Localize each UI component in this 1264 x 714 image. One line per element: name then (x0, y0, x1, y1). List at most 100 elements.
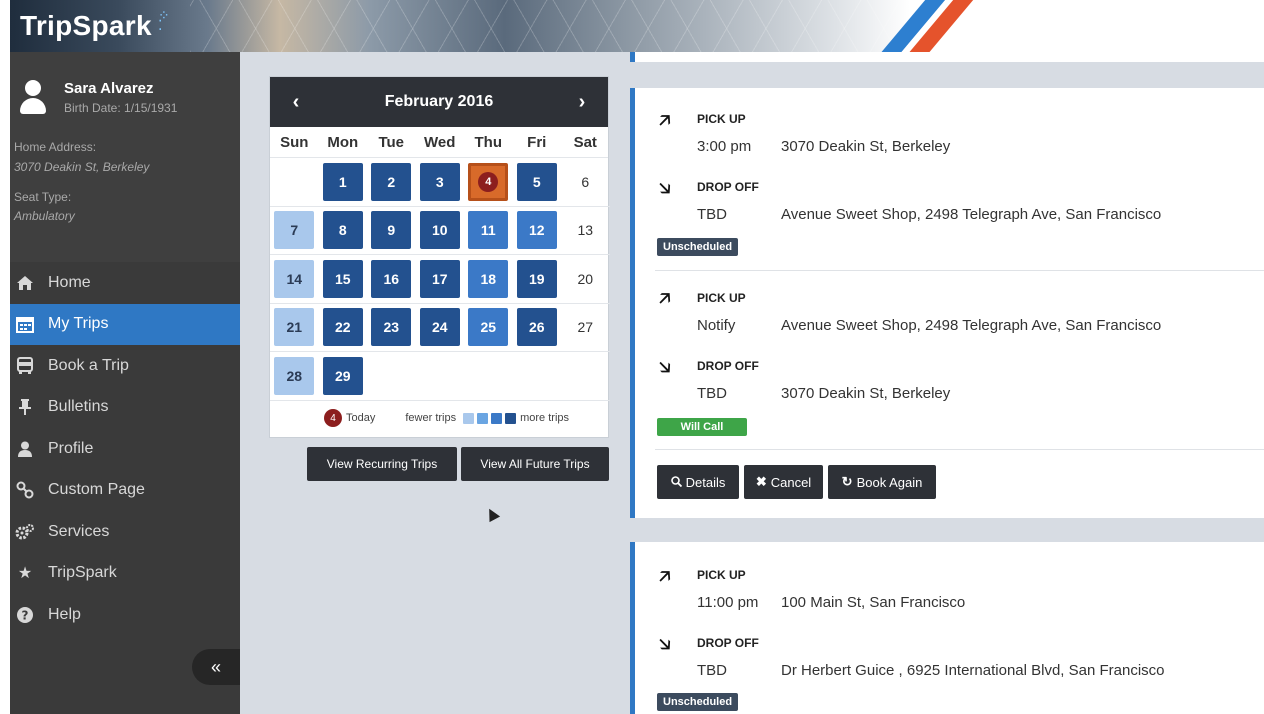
book-again-button[interactable]: ↻ Book Again (828, 465, 936, 499)
nav-item-services[interactable]: Services (10, 511, 240, 553)
calendar-day[interactable]: 25 (464, 304, 513, 352)
calendar-day[interactable]: 1 (318, 158, 367, 207)
calendar-day-number[interactable]: 5 (516, 162, 557, 201)
view-recurring-trips-button[interactable]: View Recurring Trips (307, 447, 457, 481)
pickup-label: PICK UP (697, 568, 746, 582)
calendar-day-number[interactable]: 14 (274, 259, 315, 298)
calendar-day[interactable]: 12 (512, 207, 561, 255)
calendar-grid: 1 2 3 4 5 6 7 8 9 10 11 12 13 14 15 16 17 18 19 20 21 22 23 24 2… (270, 157, 610, 401)
nav-item-book-a-trip[interactable]: Book a Trip (10, 345, 240, 387)
calendar-day-number: 13 (577, 222, 594, 239)
calendar-day-number[interactable]: 22 (322, 308, 363, 347)
dropoff-address: 3070 Deakin St, Berkeley (781, 385, 951, 402)
calendar-day-number[interactable]: 19 (516, 259, 557, 298)
sidebar-collapse-button[interactable]: « (192, 649, 240, 685)
pickup-label: PICK UP (697, 112, 746, 126)
calendar-day-number[interactable]: 25 (468, 308, 509, 347)
user-icon (14, 440, 36, 458)
legend-swatch (505, 412, 517, 424)
calendar-day-number[interactable]: 23 (371, 308, 412, 347)
calendar-day-number[interactable]: 29 (322, 356, 363, 395)
nav-item-help[interactable]: ? Help (10, 594, 240, 636)
calendar-day-today[interactable]: 4 (468, 162, 509, 201)
calendar-day-number[interactable]: 15 (322, 259, 363, 298)
calendar-day[interactable]: 5 (512, 158, 561, 207)
details-button[interactable]: Details (657, 465, 739, 499)
home-address-label: Home Address: (14, 140, 97, 154)
nav-item-home[interactable]: Home (10, 262, 240, 304)
nav-item-tripspark[interactable]: ★ TripSpark (10, 553, 240, 595)
calendar-day[interactable]: 16 (367, 255, 416, 304)
calendar-header: ‹ February 2016 › (270, 77, 608, 127)
nav-label-bulletins: Bulletins (48, 398, 109, 416)
calendar-day[interactable]: 9 (367, 207, 416, 255)
calendar-day[interactable]: 4 (464, 158, 513, 207)
calendar-day[interactable]: 23 (367, 304, 416, 352)
trips-calendar: ‹ February 2016 › Sun Mon Tue Wed Thu Fr… (269, 76, 610, 438)
calendar-day[interactable]: 6 (561, 158, 610, 207)
calendar-icon (14, 315, 36, 334)
calendar-day[interactable]: 29 (318, 352, 367, 401)
dropoff-arrow-icon: 🡦 (659, 178, 671, 198)
calendar-empty-cell (464, 352, 513, 401)
pickup-arrow-icon: 🡥 (659, 110, 671, 130)
today-marker-icon: 4 (478, 171, 499, 192)
cancel-button[interactable]: ✖ Cancel (744, 465, 823, 499)
header-banner: TripSpark ⁘ ⁚ (10, 0, 1264, 52)
calendar-day[interactable]: 10 (415, 207, 464, 255)
calendar-day-number: 6 (581, 173, 590, 190)
weekday-label: Tue (378, 133, 405, 151)
calendar-day[interactable]: 20 (561, 255, 610, 304)
calendar-day[interactable]: 8 (318, 207, 367, 255)
calendar-day[interactable]: 24 (415, 304, 464, 352)
calendar-day[interactable]: 3 (415, 158, 464, 207)
view-all-future-trips-button[interactable]: View All Future Trips (461, 447, 609, 481)
calendar-day[interactable]: 2 (367, 158, 416, 207)
app-logo[interactable]: TripSpark (20, 10, 152, 42)
calendar-day-number[interactable]: 7 (274, 211, 315, 250)
calendar-day-number[interactable]: 24 (419, 308, 460, 347)
nav-item-my-trips[interactable]: My Trips (10, 303, 240, 345)
calendar-day-number[interactable]: 12 (516, 211, 557, 250)
calendar-day[interactable]: 26 (512, 304, 561, 352)
calendar-day-number[interactable]: 16 (371, 259, 412, 298)
calendar-day-number[interactable]: 18 (468, 259, 509, 298)
calendar-month-title: February 2016 (384, 93, 494, 110)
calendar-day[interactable]: 19 (512, 255, 561, 304)
calendar-day[interactable]: 18 (464, 255, 513, 304)
calendar-day-number[interactable]: 11 (468, 211, 509, 250)
calendar-day-number[interactable]: 9 (371, 211, 412, 250)
profile-panel: Sara Alvarez Birth Date: 1/15/1931 Home … (10, 52, 240, 262)
calendar-day-number[interactable]: 21 (274, 308, 315, 347)
calendar-next-month-button[interactable]: › (572, 91, 592, 114)
calendar-day-number[interactable]: 1 (322, 162, 363, 201)
details-button-label: Details (685, 474, 726, 490)
calendar-prev-month-button[interactable]: ‹ (286, 91, 306, 114)
calendar-day[interactable]: 13 (561, 207, 610, 255)
calendar-day[interactable]: 11 (464, 207, 513, 255)
calendar-day[interactable]: 27 (561, 304, 610, 352)
calendar-day-number[interactable]: 2 (371, 162, 412, 201)
calendar-day-number[interactable]: 28 (274, 356, 315, 395)
nav-item-bulletins[interactable]: Bulletins (10, 387, 240, 429)
calendar-day[interactable]: 15 (318, 255, 367, 304)
nav-item-custom-page[interactable]: Custom Page (10, 470, 240, 512)
calendar-day[interactable]: 28 (270, 352, 319, 401)
calendar-day[interactable]: 7 (270, 207, 319, 255)
dropoff-arrow-icon: 🡦 (659, 634, 671, 654)
calendar-day-number[interactable]: 3 (419, 162, 460, 201)
calendar-day[interactable]: 14 (270, 255, 319, 304)
calendar-day[interactable]: 22 (318, 304, 367, 352)
calendar-day-number[interactable]: 8 (322, 211, 363, 250)
calendar-day-number[interactable]: 10 (419, 211, 460, 250)
calendar-day[interactable]: 17 (415, 255, 464, 304)
calendar-day[interactable]: 21 (270, 304, 319, 352)
calendar-day-number[interactable]: 17 (419, 259, 460, 298)
calendar-empty-cell (415, 352, 464, 401)
nav-label-profile: Profile (48, 439, 94, 457)
home-icon (14, 274, 36, 292)
nav-item-profile[interactable]: Profile (10, 428, 240, 470)
calendar-day-number[interactable]: 26 (516, 308, 557, 347)
pin-icon (14, 398, 36, 416)
pickup-address: 3070 Deakin St, Berkeley (781, 138, 951, 155)
